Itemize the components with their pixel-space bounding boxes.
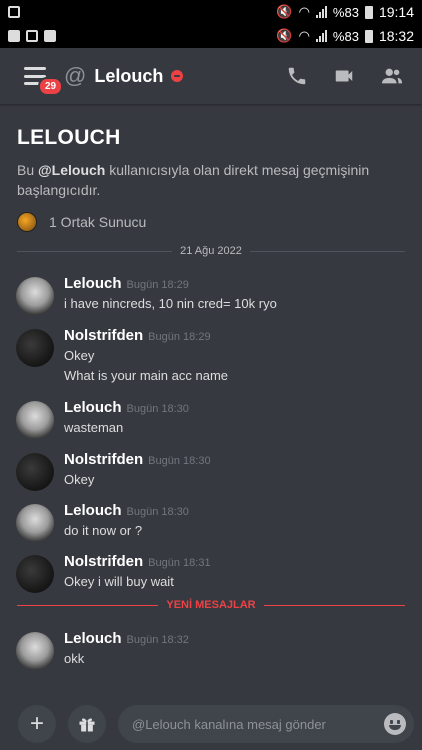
voice-call-button[interactable]	[286, 65, 308, 87]
video-camera-icon	[335, 70, 353, 82]
message-timestamp: Bugün 18:30	[148, 455, 211, 467]
avatar[interactable]	[16, 504, 54, 542]
avatar[interactable]	[16, 632, 54, 670]
mute-icon: 🔇	[276, 28, 293, 43]
message-author[interactable]: Lelouch	[64, 502, 122, 519]
dm-intro-title: LELOUCH	[17, 126, 121, 149]
avatar[interactable]	[16, 277, 54, 315]
mute-icon: 🔇	[276, 4, 293, 19]
message-item[interactable]: Nolstrifden Bugün 18:29 Okey What is your…	[16, 327, 406, 383]
server-icon	[17, 212, 37, 232]
mutual-servers-row[interactable]: 1 Ortak Sunucu	[17, 212, 146, 232]
new-messages-divider: YENİ MESAJLAR	[17, 599, 405, 611]
members-button[interactable]	[380, 65, 404, 87]
game-notification-icon	[26, 30, 38, 42]
gift-button[interactable]	[68, 705, 106, 743]
avatar[interactable]	[16, 401, 54, 439]
message-timestamp: Bugün 18:31	[148, 557, 211, 569]
avatar[interactable]	[16, 329, 54, 367]
message-timestamp: Bugün 18:30	[126, 403, 189, 415]
gallery-notification-icon	[8, 6, 20, 18]
message-item[interactable]: Lelouch Bugün 18:30 do it now or ?	[16, 502, 406, 552]
signal-icon	[315, 30, 327, 42]
message-input[interactable]	[132, 716, 384, 732]
message-author[interactable]: Nolstrifden	[64, 553, 143, 570]
message-text: i have nincreds, 10 nin cred= 10k ryo	[64, 296, 277, 311]
message-author[interactable]: Nolstrifden	[64, 327, 143, 344]
message-timestamp: Bugün 18:29	[126, 279, 189, 291]
channel-title: Lelouch	[94, 65, 164, 86]
inner-status-bar: 🔇 ◠ %83 18:32	[0, 24, 422, 48]
clock: 19:14	[378, 4, 414, 20]
video-call-button[interactable]	[332, 65, 356, 87]
outer-status-bar: 🔇 ◠ %83 19:14	[0, 0, 422, 24]
message-author[interactable]: Lelouch	[64, 630, 122, 647]
plus-icon: +	[29, 710, 44, 737]
message-text: do it now or ?	[64, 523, 143, 538]
message-timestamp: Bugün 18:30	[126, 506, 189, 518]
app-notification-icon	[44, 30, 56, 42]
avatar[interactable]	[16, 555, 54, 593]
add-attachment-button[interactable]: +	[18, 705, 56, 743]
gift-icon	[79, 718, 95, 732]
message-text: What is your main acc name	[64, 368, 229, 383]
unread-badge: 29	[38, 77, 64, 96]
message-composer: +	[0, 698, 422, 750]
at-icon: @	[64, 63, 87, 88]
message-author[interactable]: Lelouch	[64, 399, 122, 416]
message-text: Okey	[64, 472, 95, 487]
emoji-picker-button[interactable]	[384, 713, 406, 735]
battery-percent: %83	[332, 28, 359, 44]
message-item[interactable]: Nolstrifden Bugün 18:30 Okey	[16, 451, 406, 501]
message-timestamp: Bugün 18:32	[126, 634, 189, 646]
message-text: Okey	[64, 348, 95, 363]
message-text: wasteman	[64, 420, 124, 435]
phone-icon	[288, 67, 306, 85]
date-divider: 21 Ağu 2022	[17, 245, 405, 257]
message-text: Okey i will buy wait	[64, 574, 174, 589]
wifi-icon: ◠	[298, 28, 310, 43]
message-item[interactable]: Nolstrifden Bugün 18:31 Okey i will buy w…	[16, 553, 406, 603]
battery-icon	[364, 5, 373, 19]
signal-icon	[315, 6, 327, 18]
user-mention[interactable]: @Lelouch	[38, 162, 105, 178]
mutual-servers-label: 1 Ortak Sunucu	[49, 214, 147, 230]
message-author[interactable]: Nolstrifden	[64, 451, 143, 468]
clock: 18:32	[378, 28, 414, 44]
message-item[interactable]: Lelouch Bugün 18:32 okk	[16, 630, 406, 680]
dnd-status-icon	[171, 70, 184, 82]
dm-intro-text: Bu @Lelouch kullanıcısıyla olan direkt m…	[17, 162, 370, 198]
message-item[interactable]: Lelouch Bugün 18:29 i have nincreds, 10 n…	[16, 275, 406, 325]
message-timestamp: Bugün 18:29	[148, 331, 211, 343]
message-author[interactable]: Lelouch	[64, 275, 122, 292]
message-text: okk	[64, 651, 85, 666]
wifi-icon: ◠	[298, 4, 310, 19]
message-input-wrapper	[118, 705, 414, 743]
hamburger-menu-button[interactable]: 29	[24, 65, 64, 96]
battery-percent: %83	[332, 4, 359, 20]
members-icon	[381, 68, 403, 84]
avatar[interactable]	[16, 453, 54, 491]
discord-app: 29 @ Lelouch LELOUCH Bu @Lelouch kullanı…	[0, 48, 422, 750]
message-list[interactable]: LELOUCH Bu @Lelouch kullanıcısıyla olan …	[0, 104, 422, 698]
battery-icon	[364, 29, 373, 43]
channel-header: 29 @ Lelouch	[0, 48, 422, 104]
message-item[interactable]: Lelouch Bugün 18:30 wasteman	[16, 399, 406, 449]
gallery-notification-icon	[8, 30, 20, 42]
